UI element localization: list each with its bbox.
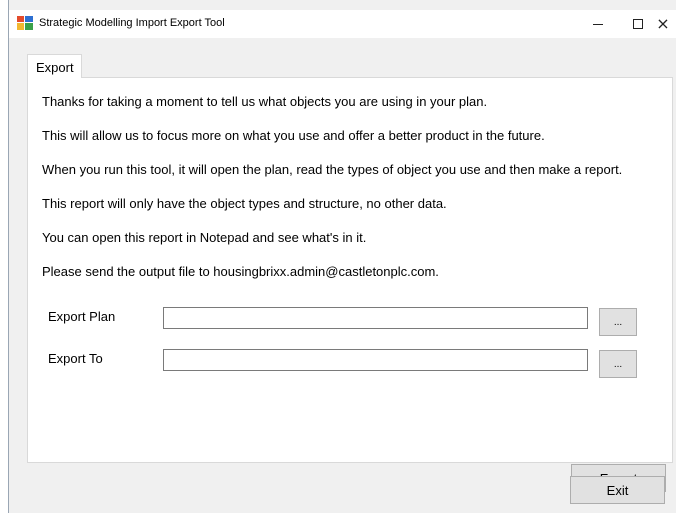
intro-line-6: Please send the output file to housingbr…	[42, 264, 439, 279]
window-title: Strategic Modelling Import Export Tool	[39, 17, 225, 29]
export-to-browse-button[interactable]: ...	[599, 350, 637, 378]
export-to-label: Export To	[48, 351, 103, 366]
intro-line-2: This will allow us to focus more on what…	[42, 128, 545, 143]
close-button[interactable]: ×	[649, 10, 676, 38]
intro-line-5: You can open this report in Notepad and …	[42, 230, 367, 245]
intro-line-4: This report will only have the object ty…	[42, 196, 447, 211]
tab-export[interactable]: Export	[27, 54, 82, 78]
app-icon	[17, 16, 33, 30]
exit-button[interactable]: Exit	[570, 476, 665, 504]
close-icon: ×	[656, 14, 670, 33]
title-bar[interactable]: Strategic Modelling Import Export Tool ×	[9, 10, 676, 38]
maximize-icon	[633, 19, 643, 29]
export-tab-panel: Thanks for taking a moment to tell us wh…	[27, 77, 673, 492]
minimize-button[interactable]	[577, 10, 619, 38]
export-plan-browse-button[interactable]: ...	[599, 308, 637, 336]
export-plan-input[interactable]	[163, 307, 588, 329]
export-plan-label: Export Plan	[48, 309, 116, 324]
tab-export-label: Export	[36, 60, 74, 75]
intro-line-3: When you run this tool, it will open the…	[42, 162, 623, 177]
client-area: Export Thanks for taking a moment to tel…	[9, 38, 676, 513]
app-window: Strategic Modelling Import Export Tool ×…	[8, 0, 676, 513]
intro-line-1: Thanks for taking a moment to tell us wh…	[42, 94, 488, 109]
minimize-icon	[593, 23, 603, 25]
export-to-input[interactable]	[163, 349, 588, 371]
